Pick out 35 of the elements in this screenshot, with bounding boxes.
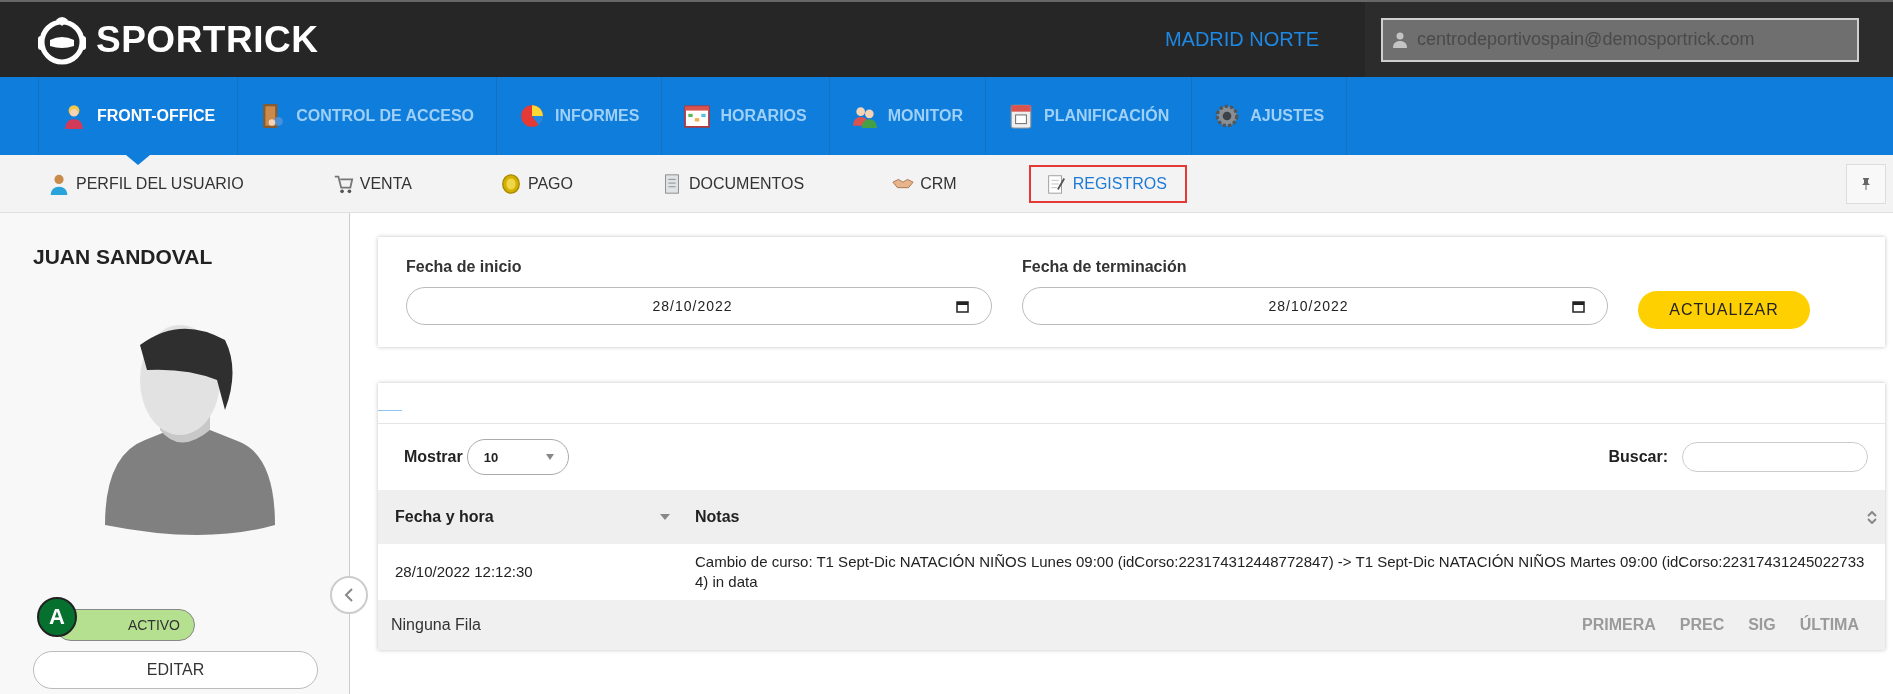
column-header[interactable]: Notas <box>678 508 1885 526</box>
center-name[interactable]: MADRID NORTE <box>1164 28 1319 51</box>
calendar-icon <box>684 103 711 129</box>
table-info: Ninguna Fila <box>391 616 481 634</box>
chevron-left-icon <box>344 588 354 602</box>
sub-nav-tab[interactable]: DOCUMENTOS <box>644 164 825 203</box>
show-label: Mostrar <box>404 448 463 466</box>
logo-text: SPORTRICK <box>96 18 319 61</box>
search-label: Buscar: <box>1608 448 1668 466</box>
calendar-icon <box>1572 299 1585 313</box>
sub-nav-tab[interactable]: CRM <box>876 164 977 203</box>
edit-button[interactable]: EDITAR <box>33 651 318 689</box>
sub-nav-tab[interactable]: PERFIL DEL USUARIO <box>46 164 264 203</box>
pin-button[interactable] <box>1846 163 1886 204</box>
table-cell-text: 28/10/2022 12:12:30 <box>394 562 534 582</box>
pin-icon <box>1861 177 1871 190</box>
sub-nav-tab[interactable]: PAGO <box>483 164 593 203</box>
user-name: JUAN SANDOVAL <box>33 245 213 269</box>
person-icon <box>48 172 70 195</box>
sub-nav-tab[interactable]: VENTA <box>315 164 432 203</box>
search-field[interactable] <box>1682 442 1868 472</box>
field-label: Fecha de inicio <box>406 258 523 276</box>
collapse-button[interactable] <box>330 576 368 614</box>
calendar-icon <box>956 299 969 313</box>
user-icon <box>1393 31 1407 48</box>
pie-chart-icon <box>519 103 545 129</box>
sub-nav-tab[interactable]: REGISTROS <box>1028 164 1187 203</box>
status-badge: A <box>37 597 77 637</box>
column-header[interactable]: Fecha y hora <box>378 508 678 526</box>
table-cell-text: Cambio de curso: T1 Sept-Dic NATACIÓN NIÑOS Lunes 09:00 (idCorso:223174312448772847) -> T1 Sept-Dic NATACIÓN NIÑOS Martes 09:00 (idCorso:223174312450227334) in data <box>694 552 1866 592</box>
update-button[interactable]: ACTUALIZAR <box>1638 291 1810 329</box>
dropdown-caret-icon <box>545 454 554 460</box>
gear-icon <box>1214 103 1241 129</box>
coin-icon <box>499 172 522 195</box>
field-label: Fecha de terminación <box>1022 258 1188 276</box>
